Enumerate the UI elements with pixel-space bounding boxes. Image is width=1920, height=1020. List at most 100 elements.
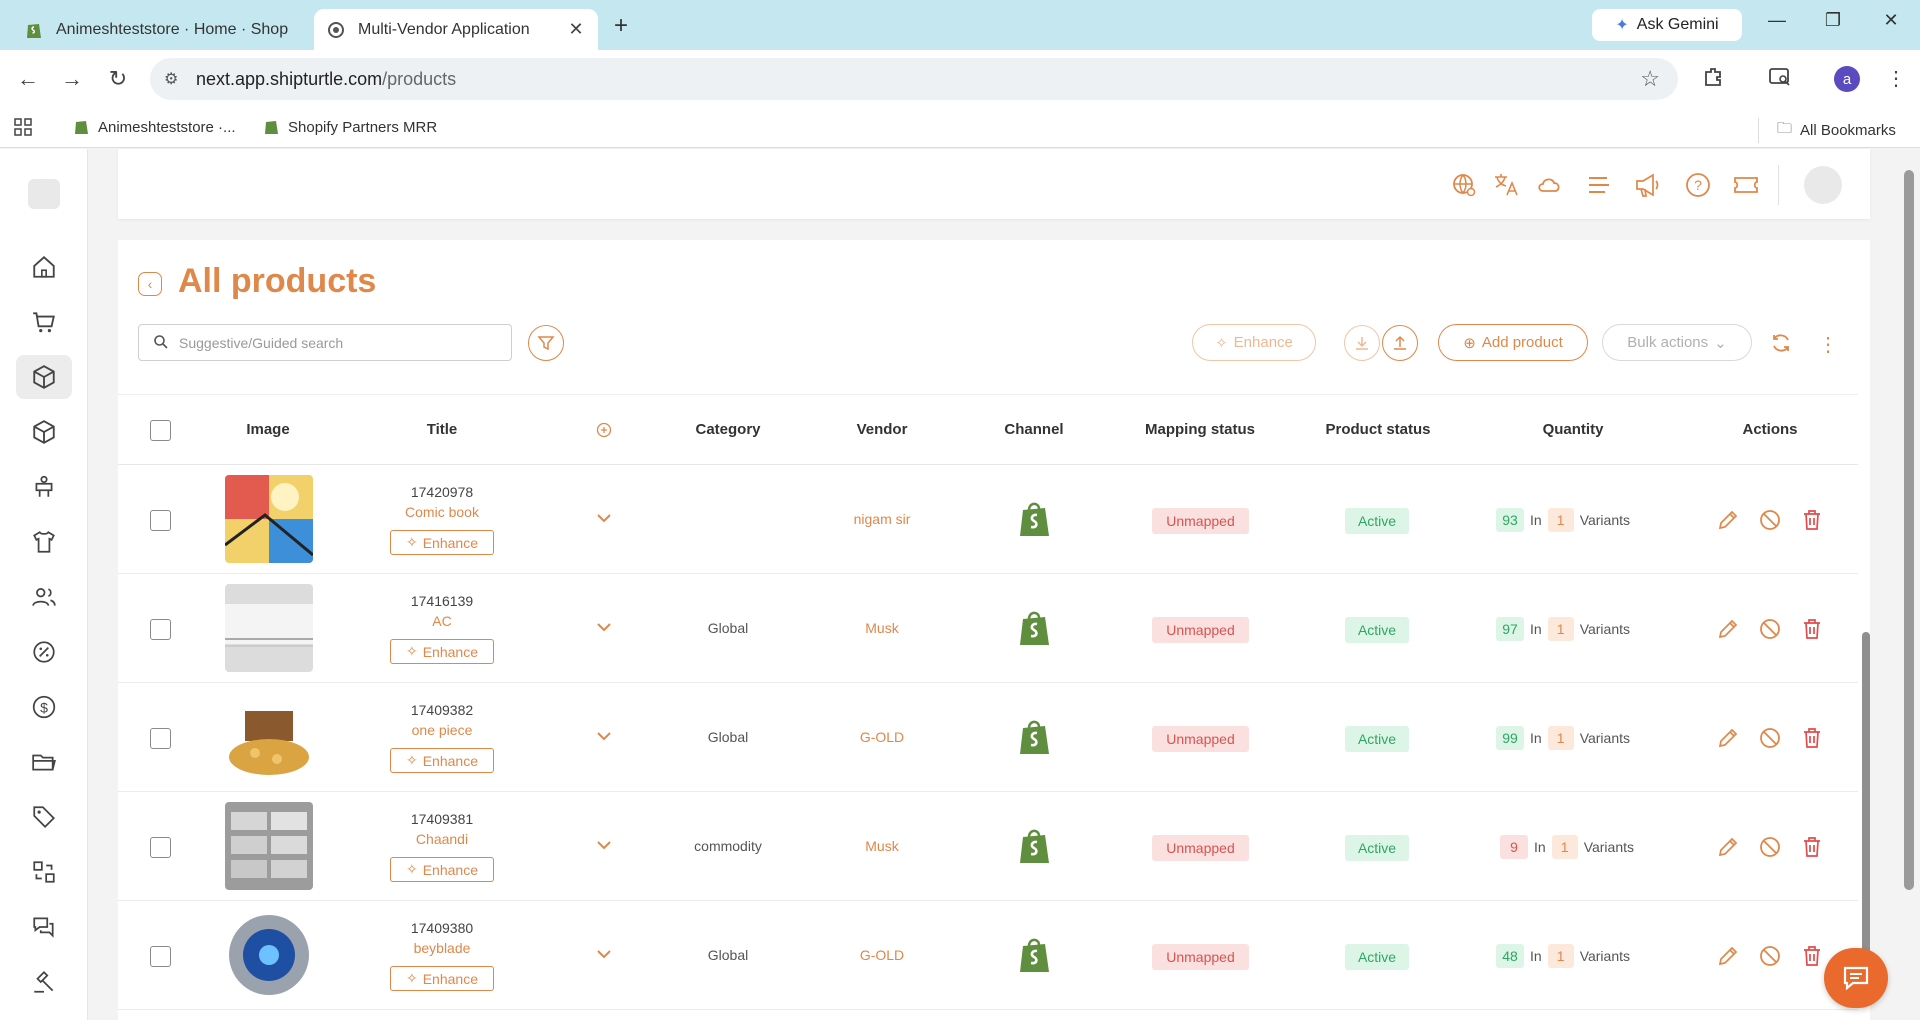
upload-button[interactable]: [1382, 325, 1418, 361]
table-row[interactable]: 17420978 Comic book ✧ Enhance nigam sir …: [118, 466, 1858, 574]
window-close-icon[interactable]: ✕: [1876, 10, 1906, 31]
delete-trash-icon[interactable]: [1800, 617, 1824, 641]
expand-chevron-icon[interactable]: [596, 839, 612, 851]
row-enhance-button[interactable]: ✧ Enhance: [390, 639, 494, 664]
users-icon[interactable]: [16, 575, 72, 619]
tab-animeshteststore[interactable]: Animeshteststore · Home · Shop: [12, 9, 312, 50]
edit-pencil-icon[interactable]: [1716, 726, 1740, 750]
globe-settings-icon[interactable]: [1450, 171, 1478, 199]
row-checkbox[interactable]: [150, 510, 171, 531]
megaphone-icon[interactable]: [1634, 171, 1662, 199]
block-icon[interactable]: [1758, 508, 1782, 532]
block-icon[interactable]: [1758, 726, 1782, 750]
edit-pencil-icon[interactable]: [1716, 508, 1740, 532]
training-board-icon[interactable]: [16, 465, 72, 509]
page-scrollbar-thumb[interactable]: [1904, 170, 1914, 890]
row-enhance-button[interactable]: ✧ Enhance: [390, 530, 494, 555]
forward-arrow-icon[interactable]: →: [58, 66, 86, 92]
delete-trash-icon[interactable]: [1800, 726, 1824, 750]
close-tab-icon[interactable]: ✕: [566, 19, 586, 40]
product-image[interactable]: [225, 584, 313, 672]
back-arrow-icon[interactable]: ←: [14, 66, 42, 92]
ask-gemini-button[interactable]: ✦ Ask Gemini: [1592, 9, 1742, 41]
product-vendor[interactable]: nigam sir: [854, 511, 911, 527]
product-title-link[interactable]: beyblade: [414, 940, 471, 956]
expand-chevron-icon[interactable]: [596, 730, 612, 742]
ticket-icon[interactable]: [1732, 171, 1760, 199]
table-row[interactable]: 17409382 one piece ✧ Enhance Global G-OL…: [118, 684, 1858, 792]
table-row[interactable]: 17409380 beyblade ✧ Enhance Global G-OLD…: [118, 902, 1858, 1010]
inventory-box-icon[interactable]: [16, 410, 72, 454]
delete-trash-icon[interactable]: [1800, 835, 1824, 859]
add-product-button[interactable]: ⊕ Add product: [1438, 324, 1588, 361]
product-vendor[interactable]: G-OLD: [860, 729, 904, 745]
apps-grid-icon[interactable]: [14, 118, 32, 136]
delete-trash-icon[interactable]: [1800, 508, 1824, 532]
home-icon[interactable]: [16, 245, 72, 289]
delete-trash-icon[interactable]: [1800, 944, 1824, 968]
expand-chevron-icon[interactable]: [596, 621, 612, 633]
folder-open-icon[interactable]: [16, 740, 72, 784]
table-row[interactable]: 17416139 AC ✧ Enhance Global Musk Unmapp…: [118, 575, 1858, 683]
row-checkbox[interactable]: [150, 946, 171, 967]
product-image[interactable]: [225, 475, 313, 563]
filter-button[interactable]: [528, 325, 564, 361]
search-input[interactable]: Suggestive/Guided search: [138, 324, 512, 361]
product-title-link[interactable]: AC: [432, 613, 451, 629]
header-title[interactable]: Title: [427, 421, 458, 438]
row-enhance-button[interactable]: ✧ Enhance: [390, 857, 494, 882]
enhance-button[interactable]: ✧ Enhance: [1192, 324, 1316, 361]
back-chevron-icon[interactable]: ‹: [138, 272, 162, 296]
tshirt-icon[interactable]: [16, 520, 72, 564]
row-checkbox[interactable]: [150, 728, 171, 749]
reload-icon[interactable]: ↻: [104, 66, 132, 92]
bookmark-animeshteststore[interactable]: Animeshteststore ·...: [74, 118, 236, 136]
sync-apps-icon[interactable]: [16, 850, 72, 894]
url-field[interactable]: ⚙ next.app.shipturtle.com/products ☆: [150, 58, 1678, 100]
product-vendor[interactable]: G-OLD: [860, 947, 904, 963]
product-title-link[interactable]: one piece: [412, 722, 473, 738]
minimize-icon[interactable]: —: [1762, 10, 1792, 31]
product-image[interactable]: [225, 802, 313, 890]
cart-icon[interactable]: [16, 300, 72, 344]
extensions-icon[interactable]: [1702, 66, 1724, 94]
expand-chevron-icon[interactable]: [596, 948, 612, 960]
row-checkbox[interactable]: [150, 837, 171, 858]
restore-icon[interactable]: ❐: [1818, 10, 1848, 31]
cloud-icon[interactable]: [1536, 171, 1564, 199]
download-button[interactable]: [1344, 325, 1380, 361]
row-enhance-button[interactable]: ✧ Enhance: [390, 748, 494, 773]
profile-avatar[interactable]: a: [1834, 66, 1860, 92]
edit-pencil-icon[interactable]: [1716, 944, 1740, 968]
product-image[interactable]: [225, 911, 313, 999]
product-image[interactable]: [225, 693, 313, 781]
refresh-icon[interactable]: [1770, 332, 1792, 359]
product-title-link[interactable]: Chaandi: [416, 831, 468, 847]
expand-chevron-icon[interactable]: [596, 512, 612, 524]
bulk-actions-dropdown[interactable]: Bulk actions ⌄: [1602, 324, 1752, 361]
site-info-icon[interactable]: ⚙: [164, 69, 178, 89]
tab-search-icon[interactable]: [1768, 66, 1792, 94]
store-logo[interactable]: [28, 179, 60, 209]
select-all-checkbox[interactable]: [150, 420, 171, 441]
product-vendor[interactable]: Musk: [865, 620, 898, 636]
user-avatar[interactable]: [1804, 166, 1842, 204]
browser-menu-icon[interactable]: ⋮: [1886, 66, 1906, 91]
edit-pencil-icon[interactable]: [1716, 617, 1740, 641]
table-row[interactable]: 17409381 Chaandi ✧ Enhance commodity Mus…: [118, 793, 1858, 901]
add-column-icon[interactable]: [596, 422, 612, 442]
product-title-link[interactable]: Comic book: [405, 504, 479, 520]
menu-lines-icon[interactable]: [1585, 171, 1613, 199]
block-icon[interactable]: [1758, 835, 1782, 859]
bookmark-star-icon[interactable]: ☆: [1640, 66, 1660, 92]
chat-support-button[interactable]: [1824, 948, 1888, 1008]
row-checkbox[interactable]: [150, 619, 171, 640]
more-options-icon[interactable]: ⋮: [1818, 332, 1838, 357]
block-icon[interactable]: [1758, 944, 1782, 968]
product-vendor[interactable]: Musk: [865, 838, 898, 854]
bookmark-shopify-partners[interactable]: Shopify Partners MRR: [264, 118, 437, 136]
products-box-icon[interactable]: [16, 355, 72, 399]
help-icon[interactable]: ?: [1684, 171, 1712, 199]
edit-pencil-icon[interactable]: [1716, 835, 1740, 859]
tag-icon[interactable]: [16, 795, 72, 839]
